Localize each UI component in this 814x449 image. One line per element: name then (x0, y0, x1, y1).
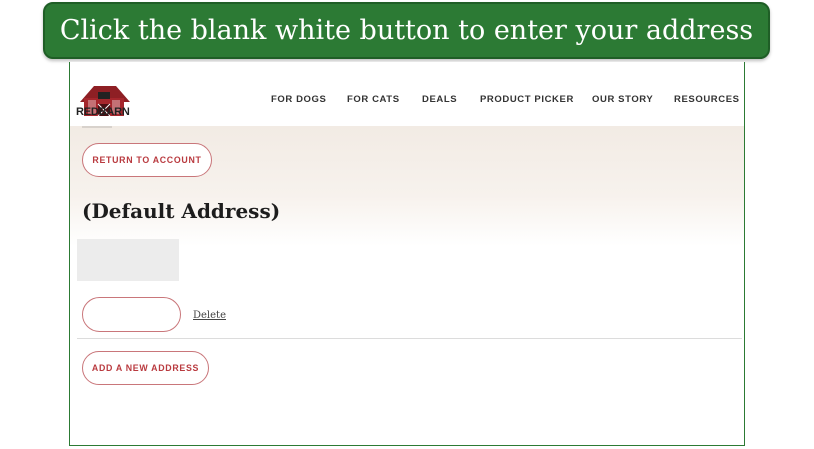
tab-indicator (82, 126, 112, 128)
address-page-content: RETURN TO ACCOUNT (Default Address) Dele… (70, 126, 744, 445)
nav-resources[interactable]: RESOURCES (674, 94, 740, 105)
section-divider (77, 338, 742, 339)
add-new-address-button[interactable]: ADD A NEW ADDRESS (82, 351, 209, 385)
nav-for-dogs[interactable]: FOR DOGS (271, 94, 326, 105)
nav-product-picker[interactable]: PRODUCT PICKER (480, 94, 574, 105)
nav-our-story[interactable]: OUR STORY (592, 94, 653, 105)
page-title: (Default Address) (82, 199, 281, 223)
edit-address-button[interactable] (82, 297, 181, 332)
return-to-account-button[interactable]: RETURN TO ACCOUNT (82, 143, 212, 177)
site-header: REDBARN FOR DOGS FOR CATS DEALS PRODUCT … (70, 62, 744, 126)
nav-for-cats[interactable]: FOR CATS (347, 94, 400, 105)
instruction-banner: Click the blank white button to enter yo… (43, 2, 770, 59)
browser-frame: REDBARN FOR DOGS FOR CATS DEALS PRODUCT … (69, 62, 745, 446)
address-placeholder-box (77, 239, 179, 281)
brand-wordmark: REDBARN (76, 106, 130, 118)
delete-address-link[interactable]: Delete (193, 310, 226, 321)
nav-deals[interactable]: DEALS (422, 94, 457, 105)
